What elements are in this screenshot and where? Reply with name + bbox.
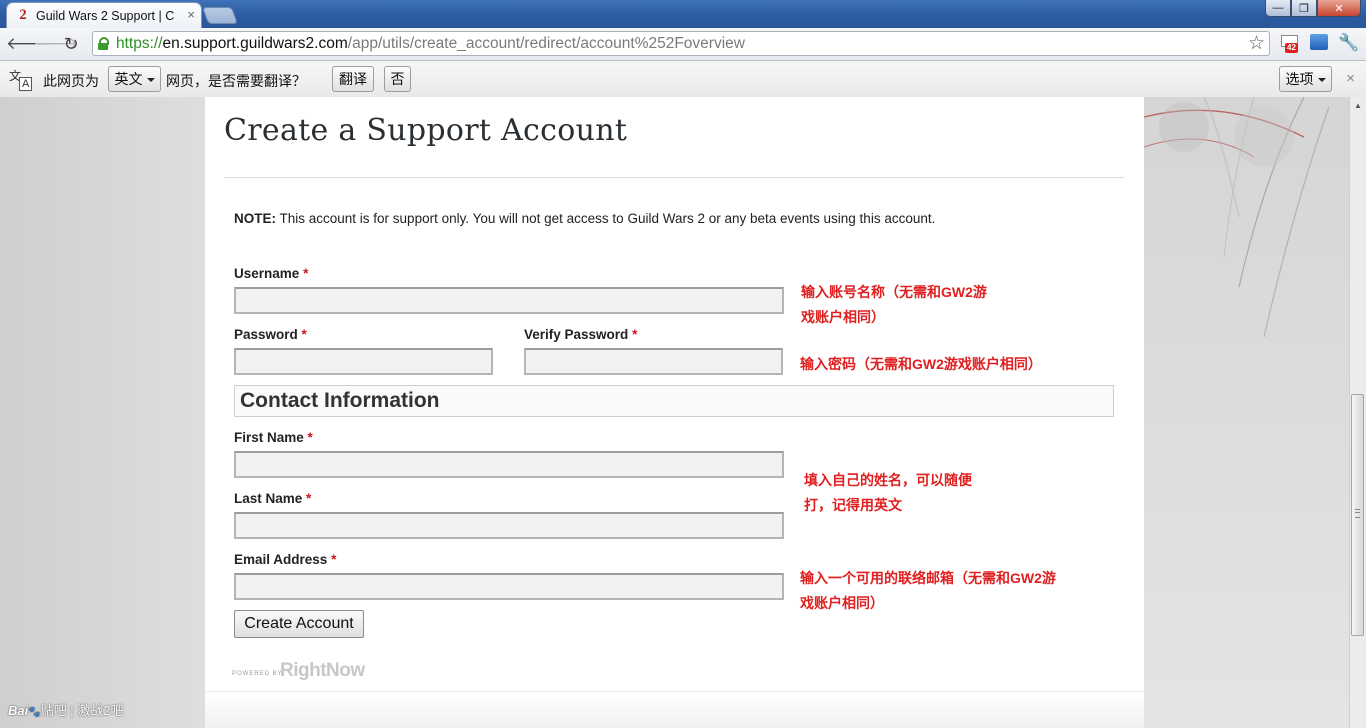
- lock-icon[interactable]: [98, 37, 109, 50]
- forward-arrow-icon[interactable]: 🡒: [33, 34, 79, 54]
- address-bar[interactable]: https://en.support.guildwars2.com/app/ut…: [92, 31, 1270, 56]
- email-annotation: 输入一个可用的联络邮箱（无需和GW2游 戏账户相同）: [800, 570, 1056, 611]
- name-annotation: 填入自己的姓名，可以随便 打，记得用英文: [804, 472, 972, 513]
- section-title: Contact Information: [240, 389, 440, 412]
- star-icon[interactable]: ☆: [1248, 33, 1265, 54]
- username-label: Username *: [234, 266, 309, 281]
- translate-question: 网页，是否需要翻译？: [166, 73, 306, 89]
- translate-prefix: 此网页为: [43, 73, 99, 89]
- reload-icon[interactable]: ↻: [61, 34, 81, 54]
- window-controls: — ❐ ✕: [1265, 0, 1361, 18]
- last-name-label: Last Name *: [234, 491, 312, 506]
- browser-tab[interactable]: 2 Guild Wars 2 Support | C ×: [6, 2, 202, 28]
- page-background-left: [0, 97, 205, 728]
- translate-button[interactable]: 翻译: [332, 66, 374, 92]
- scroll-up-arrow-icon[interactable]: ▲: [1350, 97, 1366, 114]
- page-title: Create a Support Account: [224, 113, 628, 148]
- rightnow-logo[interactable]: RightNow: [280, 660, 365, 682]
- title-divider: [224, 177, 1124, 178]
- first-name-input[interactable]: [234, 451, 784, 478]
- email-label: Email Address *: [234, 552, 337, 567]
- window-titlebar: 2 Guild Wars 2 Support | C × — ❐ ✕: [0, 0, 1366, 28]
- new-tab-button[interactable]: [201, 7, 239, 24]
- minimize-button[interactable]: —: [1265, 0, 1291, 17]
- back-arrow-icon[interactable]: 🡐: [6, 34, 52, 54]
- page-viewport: Create a Support Account NOTE: This acco…: [0, 97, 1349, 728]
- main-content: Create a Support Account NOTE: This acco…: [205, 97, 1144, 728]
- scrollbar-thumb[interactable]: [1351, 394, 1364, 636]
- create-account-button[interactable]: Create Account: [234, 610, 364, 638]
- url-text: https://en.support.guildwars2.com/app/ut…: [116, 35, 745, 52]
- browser-toolbar: 🡐 🡒 ↻ https://en.support.guildwars2.com/…: [0, 28, 1366, 61]
- close-infobar-icon[interactable]: ×: [1346, 70, 1355, 87]
- username-input[interactable]: [234, 287, 784, 314]
- powered-by-label: POWERED BY: [232, 671, 283, 677]
- footer-area: [205, 691, 1144, 728]
- tab-close-icon[interactable]: ×: [187, 7, 195, 23]
- password-annotation: 输入密码（无需和GW2游戏账户相同）: [800, 356, 1042, 372]
- baidu-watermark: Bai🐾贴吧 | 激战2吧: [8, 703, 124, 718]
- language-select[interactable]: 英文: [108, 66, 161, 92]
- guildwars-favicon-icon: 2: [19, 7, 27, 23]
- email-input[interactable]: [234, 573, 784, 600]
- verify-password-label: Verify Password *: [524, 327, 638, 342]
- verify-password-input[interactable]: [524, 348, 783, 375]
- mail-count-badge: 42: [1285, 43, 1298, 53]
- translate-infobar: 文A 此网页为 英文 网页，是否需要翻译？ 翻译 否 选项 ×: [0, 61, 1366, 98]
- wrench-icon[interactable]: 🔧: [1338, 32, 1360, 54]
- close-window-button[interactable]: ✕: [1317, 0, 1361, 17]
- screenshot-extension-icon[interactable]: [1310, 34, 1328, 50]
- tab-title: Guild Wars 2 Support | C: [36, 9, 175, 23]
- no-translate-button[interactable]: 否: [384, 66, 411, 92]
- contact-info-section: Contact Information: [234, 385, 1114, 417]
- password-input[interactable]: [234, 348, 493, 375]
- decorative-artwork: [1144, 97, 1330, 338]
- first-name-label: First Name *: [234, 430, 313, 445]
- password-label: Password *: [234, 327, 307, 342]
- mail-extension-icon[interactable]: 42: [1280, 32, 1302, 54]
- options-button[interactable]: 选项: [1279, 66, 1332, 92]
- support-note: NOTE: This account is for support only. …: [234, 211, 936, 226]
- restore-button[interactable]: ❐: [1291, 0, 1317, 17]
- username-annotation: 输入账号名称（无需和GW2游 戏账户相同）: [801, 284, 987, 325]
- last-name-input[interactable]: [234, 512, 784, 539]
- vertical-scrollbar[interactable]: ▲: [1349, 97, 1366, 728]
- translate-icon: 文A: [9, 67, 33, 91]
